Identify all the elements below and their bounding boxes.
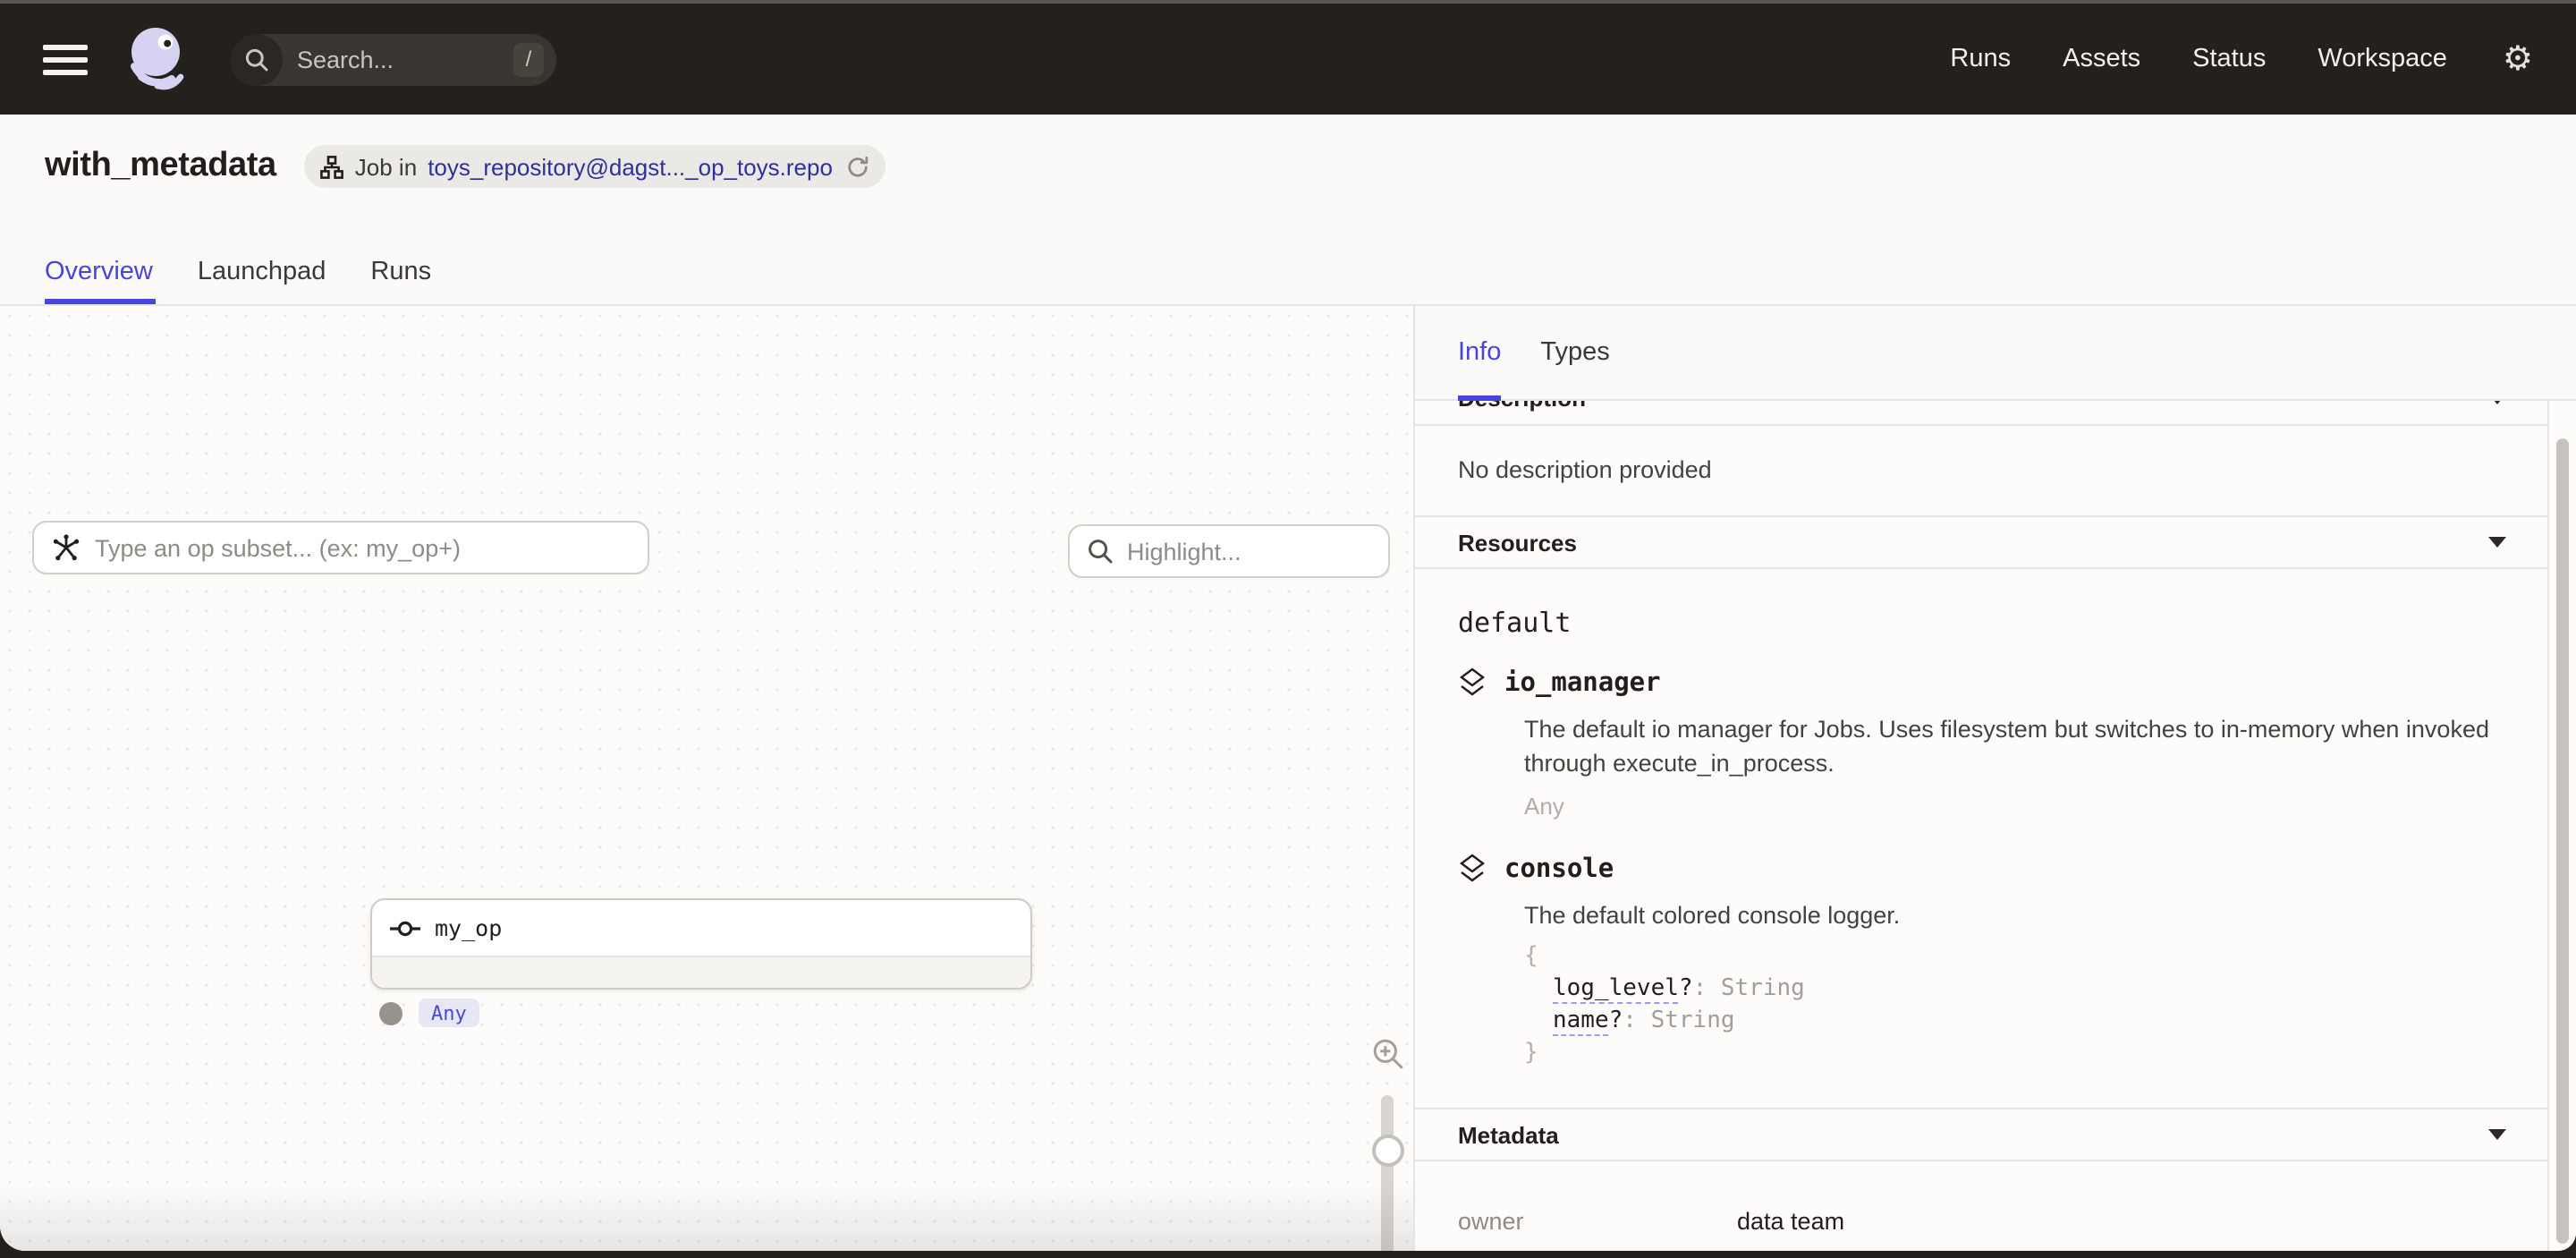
resources-section-header[interactable]: Resources [1415,515,2549,569]
settings-gear-icon[interactable]: ⚙ [2503,42,2533,76]
output-type-tag[interactable]: Any [419,999,479,1027]
resource-config-type: Any [1524,793,2506,820]
zoom-controls [1358,306,1419,1251]
metadata-heading: Metadata [1458,1121,1559,1148]
config-optional-mark: ? [1609,1007,1623,1034]
search-placeholder: Search... [297,46,513,72]
metadata-key: owner [1458,1208,1737,1235]
caret-down-icon [2488,401,2506,404]
menu-icon[interactable] [43,44,88,74]
resource-name: io_manager [1504,668,1661,697]
config-colon: : [1693,975,1707,1002]
sidebar-scroll-area: Description No description provided Reso… [1415,401,2549,1251]
config-key[interactable]: log_level [1553,975,1679,1004]
navbar-links: Runs Assets Status Workspace ⚙ [1950,42,2533,76]
metadata-section-header[interactable]: Metadata [1415,1108,2549,1161]
nav-link-status[interactable]: Status [2192,45,2266,73]
resource-group-name: default [1458,607,2506,639]
tab-overview[interactable]: Overview [45,238,153,304]
resource-icon [1458,854,1487,884]
resource-console: console [1458,854,2506,884]
op-selector-icon [52,533,80,562]
tab-launchpad[interactable]: Launchpad [198,238,326,304]
nav-link-assets[interactable]: Assets [2063,45,2140,73]
dagster-logo-icon[interactable] [118,21,193,97]
sidebar-tab-types[interactable]: Types [1540,306,1609,399]
config-type: String [1651,1007,1735,1034]
description-section-header[interactable]: Description [1415,401,2549,426]
zoom-in-icon[interactable] [1372,1038,1404,1070]
resource-io-manager: io_manager [1458,667,2506,698]
op-icon [390,919,420,937]
op-subset-input[interactable]: Type an op subset... (ex: my_op+) [32,521,649,574]
top-navbar: Search... / Runs Assets Status Workspace… [0,0,2576,115]
op-node-my-op[interactable]: my_op [370,898,1032,990]
config-key[interactable]: name [1553,1007,1609,1036]
op-subset-placeholder: Type an op subset... (ex: my_op+) [95,534,461,561]
split-panes: Type an op subset... (ex: my_op+) Highli… [0,306,2576,1251]
output-port-dot [379,1002,402,1025]
caret-down-icon [2488,1129,2506,1140]
search-icon [231,33,283,85]
resource-description: The default io manager for Jobs. Uses fi… [1524,712,2506,780]
description-empty-text: No description provided [1415,426,2549,515]
graph-bottom-shadow [0,1183,1413,1251]
search-shortcut-badge: / [513,42,544,76]
description-heading: Description [1458,401,1586,412]
caret-down-icon [2488,537,2506,548]
page-header: with_metadata Job in toys_repository@dag… [0,115,2576,306]
op-graph-pane: Type an op subset... (ex: my_op+) Highli… [0,306,1413,1251]
resource-icon [1458,667,1487,698]
highlight-placeholder: Highlight... [1127,538,1241,565]
repo-link[interactable]: toys_repository@dagst..._op_toys.repo [428,153,833,180]
app-root: Search... / Runs Assets Status Workspace… [0,0,2576,1258]
op-node-body [372,957,1030,988]
scrollbar-gutter-line [2547,306,2549,1251]
info-sidebar: Info Types Description No description pr… [1415,306,2576,1251]
refresh-icon[interactable] [847,155,870,178]
highlight-search-icon [1088,539,1113,564]
resources-heading: Resources [1458,529,1577,556]
sidebar-tab-info[interactable]: Info [1458,306,1501,399]
zoom-slider-handle[interactable] [1371,1135,1403,1167]
config-close-brace: } [1524,1038,2506,1070]
config-optional-mark: ? [1679,975,1693,1002]
config-open-brace: { [1524,941,2506,973]
page-tabs: Overview Launchpad Runs [45,238,431,304]
config-type: String [1721,975,1805,1002]
job-icon [321,155,344,178]
nav-link-runs[interactable]: Runs [1950,45,2011,73]
content-card: with_metadata Job in toys_repository@dag… [0,115,2576,1251]
job-repo-badge: Job in toys_repository@dagst..._op_toys.… [305,145,886,188]
sidebar-tabs: Info Types [1415,306,2576,401]
job-badge-prefix: Job in [355,153,417,180]
zoom-slider-track[interactable] [1381,1095,1394,1251]
resource-name: console [1504,854,1614,883]
config-field-log-level: log_level?: String [1524,973,2506,1006]
metadata-row-link: link https://dagster.io [1458,1245,2506,1251]
global-search-input[interactable]: Search... / [231,33,556,85]
metadata-row-owner: owner data team [1458,1197,2506,1245]
nav-link-workspace[interactable]: Workspace [2318,45,2447,73]
op-node-name: my_op [435,914,502,941]
config-colon: : [1623,1007,1637,1034]
metadata-value: data team [1737,1208,1844,1235]
page-title: with_metadata [45,147,276,186]
metadata-table: owner data team link https://dagster.io [1458,1197,2506,1251]
config-field-name: name?: String [1524,1006,2506,1038]
sidebar-scrollbar[interactable] [2556,438,2569,1244]
resource-description: The default colored console logger. [1524,898,2506,932]
highlight-input[interactable]: Highlight... [1068,524,1390,578]
tab-runs[interactable]: Runs [370,238,431,304]
config-schema: { log_level?: String name?: String } [1524,941,2506,1070]
